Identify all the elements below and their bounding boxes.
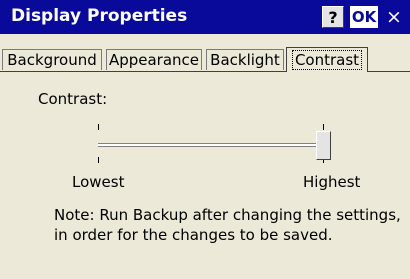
ok-button[interactable]: OK bbox=[350, 6, 378, 28]
contrast-panel: Contrast: Lowest Highest Note: Run Backu… bbox=[0, 72, 410, 279]
contrast-slider-thumb[interactable] bbox=[316, 131, 331, 160]
slider-tick-top-max bbox=[323, 124, 324, 130]
tab-strip: Background Appearance Backlight Contrast bbox=[0, 34, 410, 72]
slider-tick-top-min bbox=[98, 124, 99, 130]
tab-appearance-label: Appearance bbox=[108, 51, 200, 69]
help-button[interactable]: ? bbox=[322, 6, 344, 28]
tab-background-label: Background bbox=[7, 51, 97, 69]
close-button[interactable]: × bbox=[383, 6, 405, 28]
title-bar: Display Properties ? OK × bbox=[0, 0, 410, 34]
slider-tick-bottom-min bbox=[98, 157, 99, 163]
window-title: Display Properties bbox=[11, 6, 188, 26]
display-properties-window: Display Properties ? OK × Background App… bbox=[0, 0, 410, 279]
tab-appearance[interactable]: Appearance bbox=[106, 49, 202, 70]
slider-min-label: Lowest bbox=[72, 173, 125, 191]
backup-note: Note: Run Backup after changing the sett… bbox=[54, 206, 401, 244]
tab-contrast[interactable]: Contrast bbox=[286, 47, 368, 72]
tab-backlight[interactable]: Backlight bbox=[206, 49, 284, 70]
tab-background[interactable]: Background bbox=[2, 49, 102, 70]
contrast-label: Contrast: bbox=[38, 90, 108, 108]
slider-max-label: Highest bbox=[303, 173, 361, 191]
tab-backlight-label: Backlight bbox=[210, 51, 280, 69]
tab-contrast-label: Contrast bbox=[291, 50, 363, 70]
contrast-slider-track[interactable] bbox=[98, 143, 331, 147]
